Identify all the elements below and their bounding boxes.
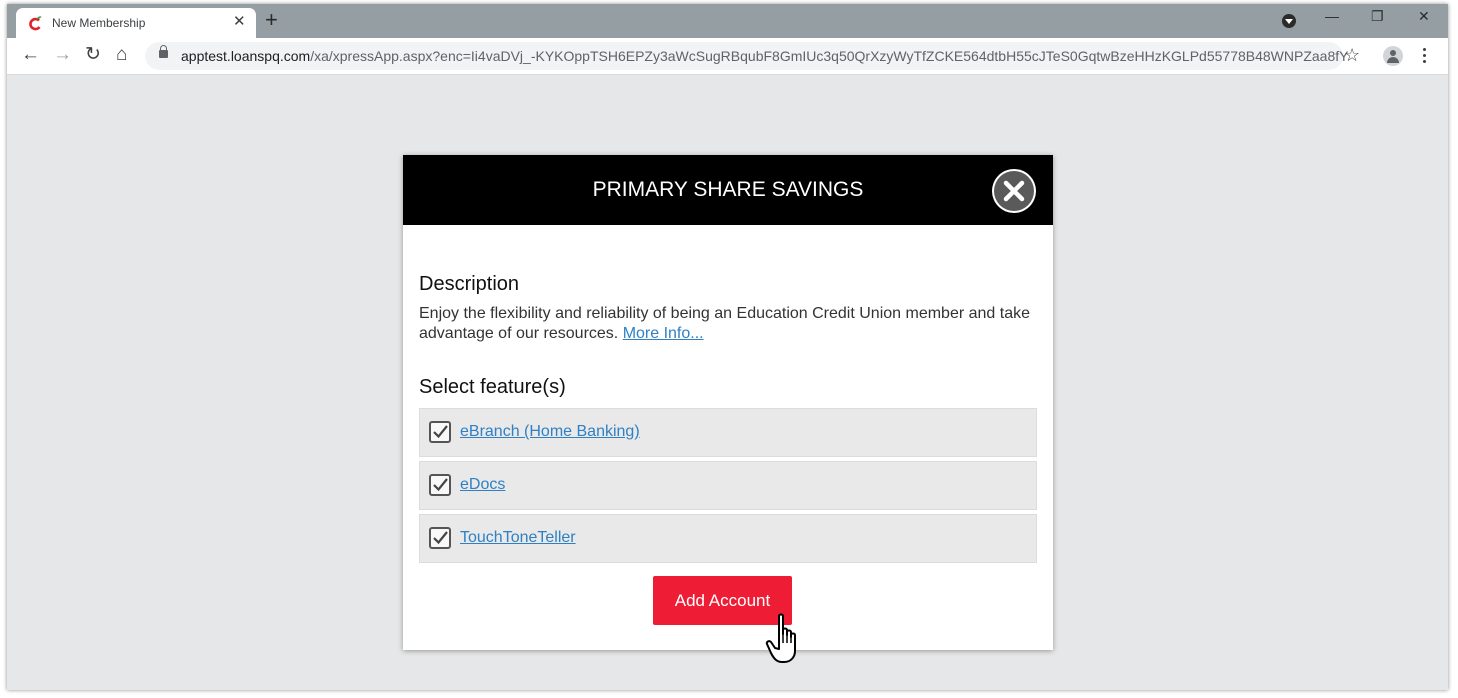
tab-title: New Membership [52, 16, 146, 30]
feature-link[interactable]: eDocs [460, 476, 505, 494]
browser-toolbar: ← → ↻ ⌂ apptest.loanspq.com/xa/xpressApp… [7, 38, 1448, 75]
home-icon[interactable]: ⌂ [116, 44, 127, 66]
browser-window: New Membership ✕ + — ❐ ✕ ← → ↻ ⌂ apptest… [7, 4, 1448, 690]
apple-logo-icon [29, 16, 42, 31]
hand-pointer-icon [765, 613, 796, 663]
menu-kebab-icon[interactable] [1423, 48, 1426, 66]
checkmark-icon [433, 425, 448, 439]
url-text: apptest.loanspq.com/xa/xpressApp.aspx?en… [181, 48, 1349, 64]
feature-checkbox[interactable] [429, 421, 451, 443]
bookmark-star-icon[interactable]: ☆ [1344, 44, 1360, 66]
description-body: Enjoy the flexibility and reliability of… [419, 305, 1031, 342]
modal-title: PRIMARY SHARE SAVINGS [592, 178, 864, 201]
feature-checkbox[interactable] [429, 527, 451, 549]
reload-icon[interactable]: ↻ [85, 44, 101, 66]
feature-checkbox[interactable] [429, 474, 451, 496]
description-heading: Description [419, 273, 520, 295]
back-icon[interactable]: ← [21, 44, 40, 66]
tab-strip: New Membership ✕ + — ❐ ✕ [7, 4, 1448, 38]
feature-row-edocs: eDocs [419, 461, 1037, 510]
account-modal: PRIMARY SHARE SAVINGS Description Enjoy … [403, 155, 1053, 650]
tab-search-icon[interactable] [1282, 14, 1296, 28]
checkmark-icon [433, 531, 448, 545]
close-icon [1003, 180, 1025, 202]
window-close-icon[interactable]: ✕ [1418, 8, 1430, 25]
feature-link[interactable]: eBranch (Home Banking) [460, 423, 640, 441]
new-tab-button[interactable]: + [265, 8, 278, 32]
lock-icon [159, 45, 168, 58]
minimize-icon[interactable]: — [1325, 8, 1339, 24]
address-bar[interactable]: apptest.loanspq.com/xa/xpressApp.aspx?en… [145, 42, 1349, 70]
checkmark-icon [433, 478, 448, 492]
url-path: /xa/xpressApp.aspx?enc=Ii4vaDVj_-KYKOppT… [310, 48, 1349, 64]
profile-avatar-icon[interactable] [1383, 46, 1403, 66]
more-info-link[interactable]: More Info... [623, 325, 704, 342]
url-host: apptest.loanspq.com [181, 48, 311, 64]
tab-close-icon[interactable]: ✕ [233, 14, 246, 30]
modal-close-button[interactable] [994, 171, 1034, 211]
description-text: Enjoy the flexibility and reliability of… [419, 304, 1039, 344]
browser-tab[interactable]: New Membership ✕ [16, 8, 256, 38]
feature-row-ebranch: eBranch (Home Banking) [419, 408, 1037, 457]
features-heading: Select feature(s) [419, 376, 566, 398]
feature-row-touchtoneteller: TouchToneTeller [419, 514, 1037, 563]
restore-icon[interactable]: ❐ [1371, 8, 1384, 25]
forward-icon[interactable]: → [53, 44, 72, 66]
feature-link[interactable]: TouchToneTeller [460, 529, 576, 547]
modal-header: PRIMARY SHARE SAVINGS [403, 155, 1053, 225]
